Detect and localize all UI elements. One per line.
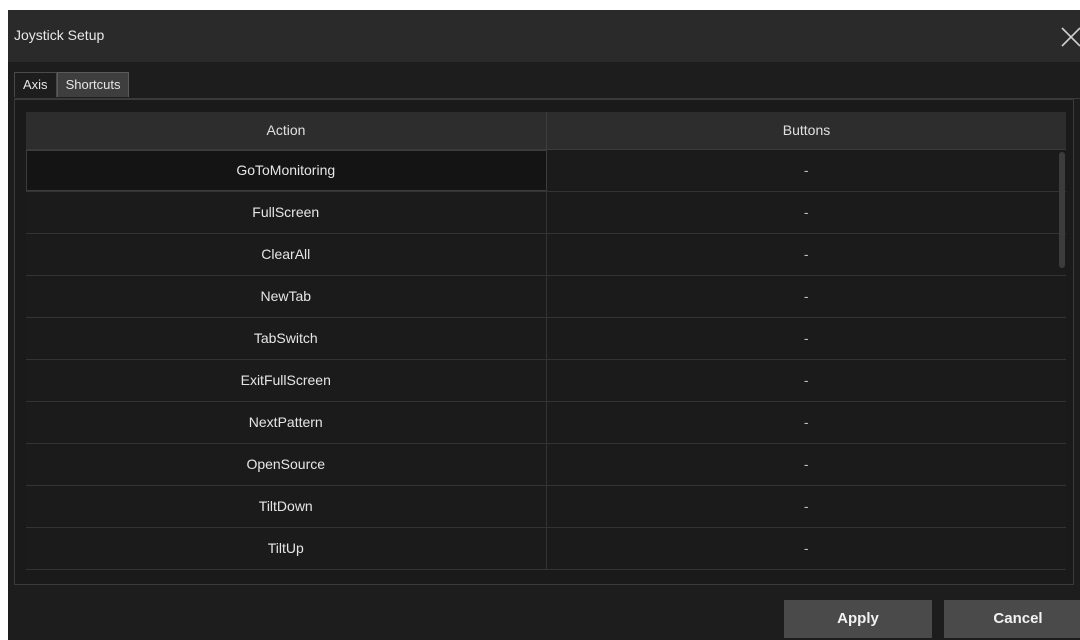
table-row[interactable]: GoToMonitoring - [26,150,1066,192]
buttons-cell[interactable]: - [547,318,1067,359]
action-cell[interactable]: NewTab [26,276,547,317]
action-cell[interactable]: NextPattern [26,402,547,443]
table-header: Action Buttons [26,112,1066,150]
buttons-cell[interactable]: - [547,528,1067,569]
close-icon [1061,27,1080,47]
action-cell[interactable]: OpenSource [26,444,547,485]
action-cell[interactable]: ClearAll [26,234,547,275]
action-cell[interactable]: FullScreen [26,192,547,233]
action-cell[interactable]: ExitFullScreen [26,360,547,401]
action-cell[interactable]: GoToMonitoring [26,150,547,191]
table-row[interactable]: TiltUp - [26,528,1066,570]
table-row[interactable]: OpenSource - [26,444,1066,486]
buttons-cell[interactable]: - [547,360,1067,401]
shortcuts-table: Action Buttons GoToMonitoring - FullScre… [26,112,1066,572]
buttons-cell[interactable]: - [547,486,1067,527]
cancel-button[interactable]: Cancel [944,600,1080,638]
joystick-setup-dialog: Joystick Setup Axis Shortcuts Action But… [8,10,1080,640]
buttons-cell[interactable]: - [547,192,1067,233]
table-row[interactable]: ExitFullScreen - [26,360,1066,402]
action-cell[interactable]: TabSwitch [26,318,547,359]
tab-shortcuts[interactable]: Shortcuts [56,72,130,97]
action-cell[interactable]: TiltUp [26,528,547,569]
apply-button[interactable]: Apply [784,600,932,638]
table-row[interactable]: NewTab - [26,276,1066,318]
title-bar: Joystick Setup [8,10,1080,62]
buttons-cell[interactable]: - [547,150,1067,191]
buttons-cell[interactable]: - [547,402,1067,443]
table-row[interactable]: NextPattern - [26,402,1066,444]
vertical-scrollbar[interactable] [1059,152,1065,268]
table-body: GoToMonitoring - FullScreen - ClearAll -… [26,150,1066,570]
action-cell[interactable]: TiltDown [26,486,547,527]
tab-bar: Axis Shortcuts [14,72,130,98]
buttons-cell[interactable]: - [547,444,1067,485]
table-row[interactable]: TabSwitch - [26,318,1066,360]
table-row[interactable]: ClearAll - [26,234,1066,276]
shortcuts-panel: Action Buttons GoToMonitoring - FullScre… [14,99,1074,585]
buttons-cell[interactable]: - [547,234,1067,275]
column-header-buttons[interactable]: Buttons [547,112,1066,149]
close-button[interactable] [1060,24,1080,48]
table-row[interactable]: TiltDown - [26,486,1066,528]
table-row[interactable]: FullScreen - [26,192,1066,234]
tab-axis[interactable]: Axis [14,72,57,97]
column-header-action[interactable]: Action [26,112,547,149]
window-title: Joystick Setup [14,27,105,43]
buttons-cell[interactable]: - [547,276,1067,317]
